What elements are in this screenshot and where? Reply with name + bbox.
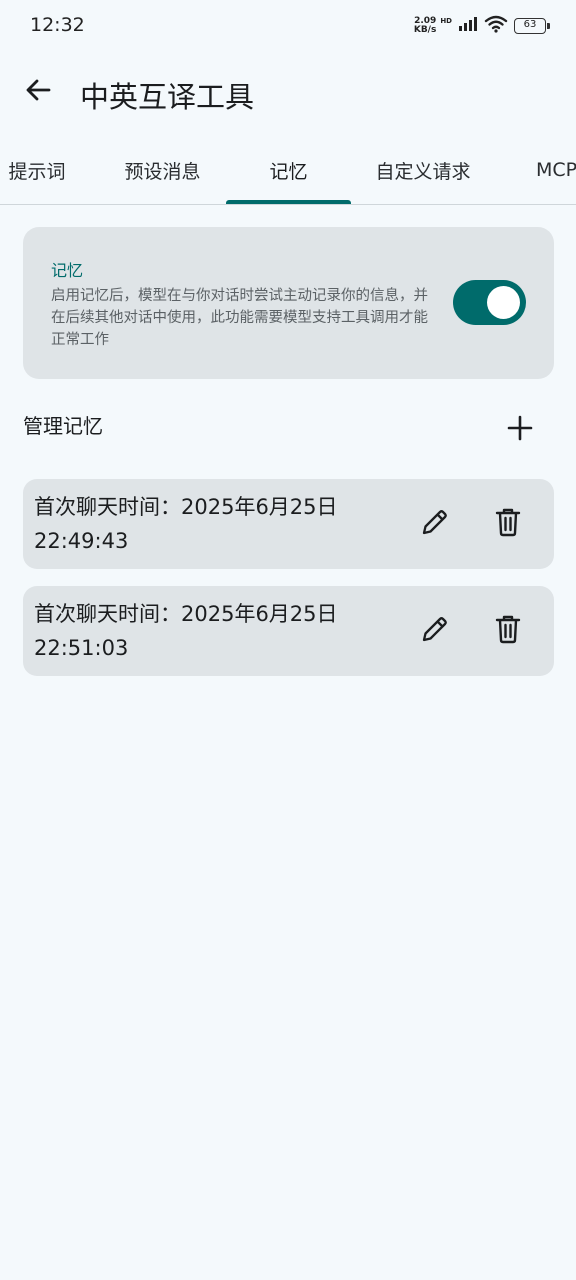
tab-preset-messages[interactable]: 预设消息 <box>100 136 225 204</box>
app-bar: 中英互译工具 <box>0 52 576 136</box>
memory-card-title: 记忆 <box>51 261 84 280</box>
add-memory-button[interactable] <box>497 407 543 453</box>
status-time: 12:32 <box>30 14 85 36</box>
toggle-knob <box>487 286 520 319</box>
memory-item-text: 首次聊天时间：2025年6月25日 22:51:03 <box>34 597 394 665</box>
manage-memory-heading: 管理记忆 <box>23 414 103 438</box>
tab-mcp[interactable]: MCP <box>536 136 576 204</box>
delete-memory-button[interactable] <box>486 609 530 653</box>
battery-icon: 63 <box>514 18 550 34</box>
signal-icon <box>458 16 478 36</box>
tab-prompts[interactable]: 提示词 <box>0 136 74 204</box>
hd-label: HD <box>440 17 452 25</box>
trash-icon <box>493 613 523 649</box>
memory-settings-card: 记忆 启用记忆后，模型在与你对话时尝试主动记录你的信息，并在后续其他对话中使用，… <box>23 227 554 379</box>
memory-item-line2: 22:51:03 <box>34 636 129 660</box>
edit-memory-button[interactable] <box>413 502 457 546</box>
memory-item-text: 首次聊天时间：2025年6月25日 22:49:43 <box>34 490 394 558</box>
arrow-left-icon <box>24 76 52 108</box>
memory-list-item[interactable]: 首次聊天时间：2025年6月25日 22:51:03 <box>23 586 554 676</box>
tab-custom-request[interactable]: 自定义请求 <box>352 136 494 204</box>
network-speed-unit: KB/s <box>413 25 437 35</box>
tab-bar: 提示词 预设消息 记忆 自定义请求 MCP <box>0 136 576 205</box>
status-icons: 2.09 KB/s HD 63 <box>414 15 550 37</box>
back-button[interactable] <box>16 70 60 114</box>
tab-indicator <box>226 200 351 204</box>
memory-card-description: 启用记忆后，模型在与你对话时尝试主动记录你的信息，并在后续其他对话中使用，此功能… <box>51 288 428 348</box>
trash-icon <box>493 506 523 542</box>
memory-item-line1: 首次聊天时间：2025年6月25日 <box>34 602 338 626</box>
memory-list-item[interactable]: 首次聊天时间：2025年6月25日 22:49:43 <box>23 479 554 569</box>
plus-icon <box>507 415 533 445</box>
status-bar: 12:32 2.09 KB/s HD 63 <box>0 0 576 52</box>
pencil-icon <box>419 613 451 649</box>
memory-item-line1: 首次聊天时间：2025年6月25日 <box>34 495 338 519</box>
memory-toggle[interactable] <box>453 280 526 325</box>
network-speed: 2.09 KB/s <box>414 17 436 35</box>
wifi-icon <box>484 15 508 37</box>
tab-memory[interactable]: 记忆 <box>226 136 351 204</box>
pencil-icon <box>419 506 451 542</box>
page-title: 中英互译工具 <box>80 80 255 114</box>
memory-item-line2: 22:49:43 <box>34 529 129 553</box>
edit-memory-button[interactable] <box>413 609 457 653</box>
delete-memory-button[interactable] <box>486 502 530 546</box>
